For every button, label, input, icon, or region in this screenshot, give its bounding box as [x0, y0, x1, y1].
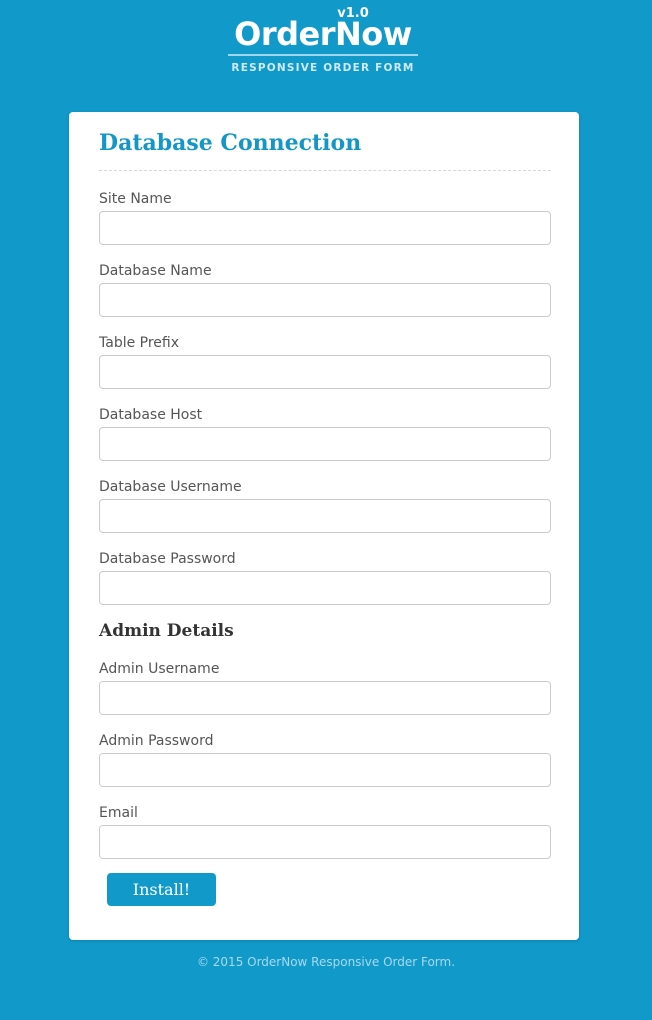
admin-password-label: Admin Password: [99, 733, 214, 749]
email-label: Email: [99, 805, 138, 821]
database-username-input[interactable]: [99, 499, 551, 533]
database-host-input[interactable]: [99, 427, 551, 461]
admin-details-heading: Admin Details: [99, 621, 234, 641]
title-divider: [99, 170, 551, 171]
database-host-label: Database Host: [99, 407, 203, 423]
table-prefix-label: Table Prefix: [99, 335, 180, 351]
logo: v1.0 OrderNow RESPONSIVE ORDER FORM: [226, 6, 420, 76]
logo-divider: [228, 54, 418, 56]
email-input[interactable]: [99, 825, 551, 859]
database-name-label: Database Name: [99, 263, 212, 279]
database-password-label: Database Password: [99, 551, 236, 567]
install-button[interactable]: Install!: [107, 873, 216, 906]
site-name-input[interactable]: [99, 211, 551, 245]
table-prefix-input[interactable]: [99, 355, 551, 389]
form-title: Database Connection: [99, 130, 362, 156]
database-password-input[interactable]: [99, 571, 551, 605]
admin-username-label: Admin Username: [99, 661, 220, 677]
admin-password-input[interactable]: [99, 753, 551, 787]
logo-title: OrderNow: [234, 15, 412, 53]
footer-copyright: © 2015 OrderNow Responsive Order Form.: [196, 955, 456, 969]
admin-username-input[interactable]: [99, 681, 551, 715]
database-username-label: Database Username: [99, 479, 242, 495]
database-name-input[interactable]: [99, 283, 551, 317]
install-form: Database Connection Site Name Database N…: [69, 112, 579, 940]
site-name-label: Site Name: [99, 191, 172, 207]
logo-tagline: RESPONSIVE ORDER FORM: [231, 62, 415, 74]
